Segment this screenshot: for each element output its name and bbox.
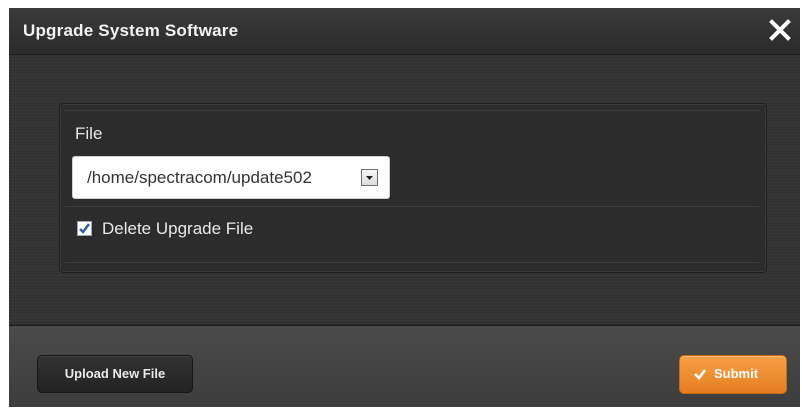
upload-new-file-button[interactable]: Upload New File bbox=[37, 355, 193, 393]
submit-button[interactable]: Submit bbox=[679, 355, 787, 394]
close-icon[interactable] bbox=[766, 16, 794, 44]
file-select[interactable]: /home/spectracom/update502 bbox=[72, 156, 390, 199]
delete-upgrade-file-label: Delete Upgrade File bbox=[102, 219, 254, 238]
checkmark-icon bbox=[79, 223, 90, 234]
dialog-footer: Upload New File Submit bbox=[9, 325, 800, 407]
form-panel: File /home/spectracom/update502 Delete U… bbox=[59, 103, 767, 273]
divider bbox=[65, 110, 759, 111]
delete-upgrade-file-checkbox[interactable] bbox=[77, 221, 92, 236]
upload-new-file-label: Upload New File bbox=[64, 366, 166, 381]
divider bbox=[65, 206, 759, 207]
file-select-value: /home/spectracom/update502 bbox=[87, 168, 312, 187]
upgrade-dialog: Upgrade System Software File /home/spect… bbox=[9, 8, 800, 407]
submit-label: Submit bbox=[714, 366, 759, 381]
chevron-down-icon[interactable] bbox=[361, 169, 378, 186]
dialog-title: Upgrade System Software bbox=[23, 21, 239, 40]
divider bbox=[65, 262, 759, 263]
dialog-body: File /home/spectracom/update502 Delete U… bbox=[9, 55, 800, 324]
dialog-titlebar: Upgrade System Software bbox=[9, 8, 800, 55]
checkmark-icon bbox=[694, 369, 707, 380]
file-label: File bbox=[75, 124, 103, 143]
